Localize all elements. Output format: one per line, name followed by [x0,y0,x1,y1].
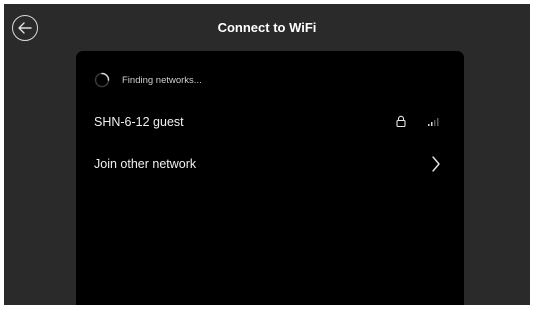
wifi-signal-icon [428,118,439,126]
finding-networks-label: Finding networks... [122,74,202,86]
join-other-network-label: Join other network [94,157,197,171]
chevron-right-icon [432,156,440,172]
network-ssid: SHN-6-12 guest [94,115,184,129]
join-other-network-item[interactable]: Join other network [76,151,464,177]
lock-icon [396,115,406,127]
wifi-screen: Connect to WiFi Finding networks... SHN-… [4,4,530,305]
page-title: Connect to WiFi [217,20,317,35]
finding-networks-status: Finding networks... [94,72,202,88]
loading-spinner-icon [94,72,110,88]
network-item[interactable]: SHN-6-12 guest [76,109,464,135]
network-list-panel: Finding networks... SHN-6-12 guest Join … [76,51,464,305]
